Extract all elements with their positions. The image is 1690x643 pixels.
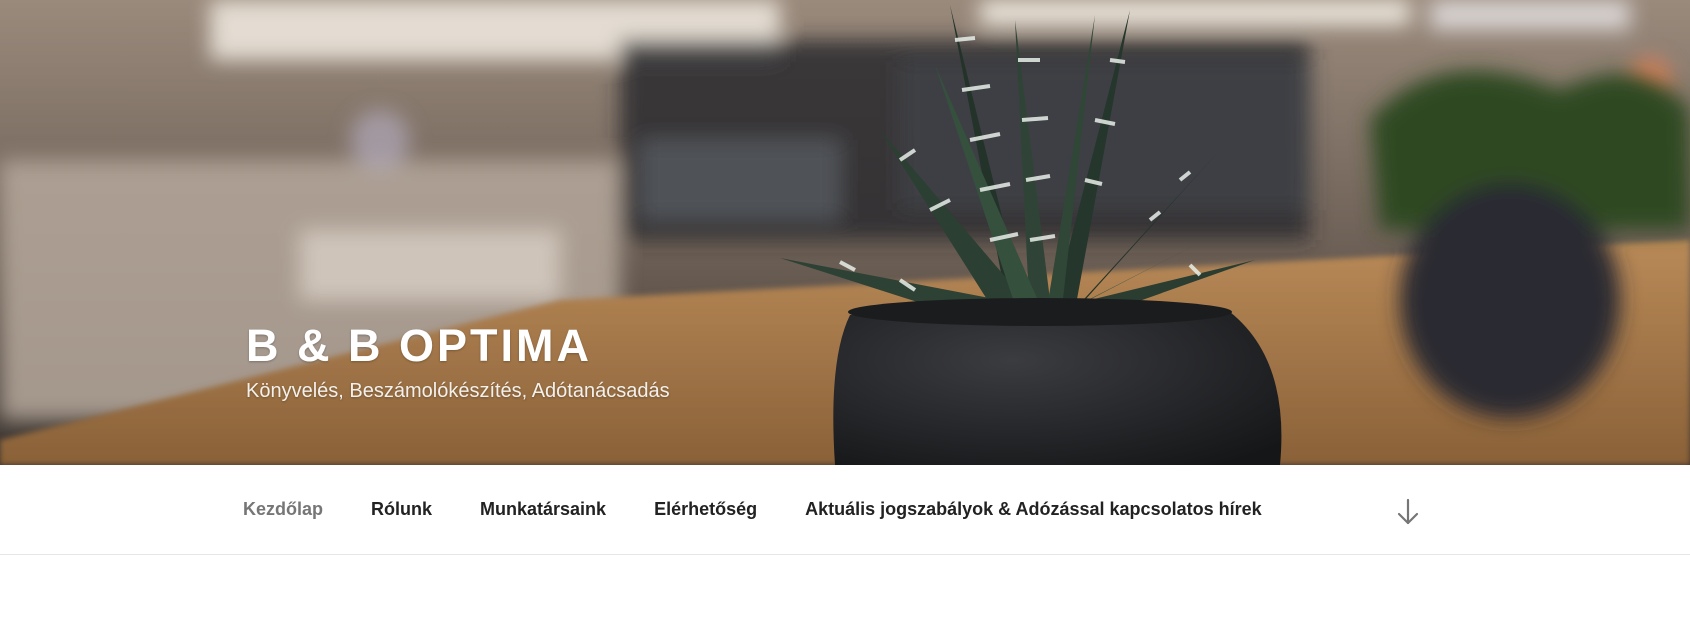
nav-item-aktualis-jogszabalyok[interactable]: Aktuális jogszabályok & Adózással kapcso… (805, 499, 1262, 520)
site-description: Könyvelés, Beszámolókészítés, Adótanácsa… (246, 380, 670, 402)
nav-menu: Kezdőlap Rólunk Munkatársaink Elérhetősé… (243, 465, 1310, 554)
nav-item-rolunk[interactable]: Rólunk (371, 499, 432, 520)
nav-item-kezdolap[interactable]: Kezdőlap (243, 499, 323, 520)
nav-item-elerhetoseg[interactable]: Elérhetőség (654, 499, 757, 520)
plant-pot (833, 304, 1282, 465)
site-title[interactable]: B & B OPTIMA (246, 318, 670, 374)
nav-item-munkatarsaink[interactable]: Munkatársaink (480, 499, 606, 520)
header-hero: B & B OPTIMA Könyvelés, Beszámolókészíté… (0, 0, 1690, 465)
site-branding: B & B OPTIMA Könyvelés, Beszámolókészíté… (246, 318, 670, 403)
main-navigation: Kezdőlap Rólunk Munkatársaink Elérhetősé… (0, 465, 1690, 555)
arrow-down-icon[interactable] (1396, 498, 1420, 526)
